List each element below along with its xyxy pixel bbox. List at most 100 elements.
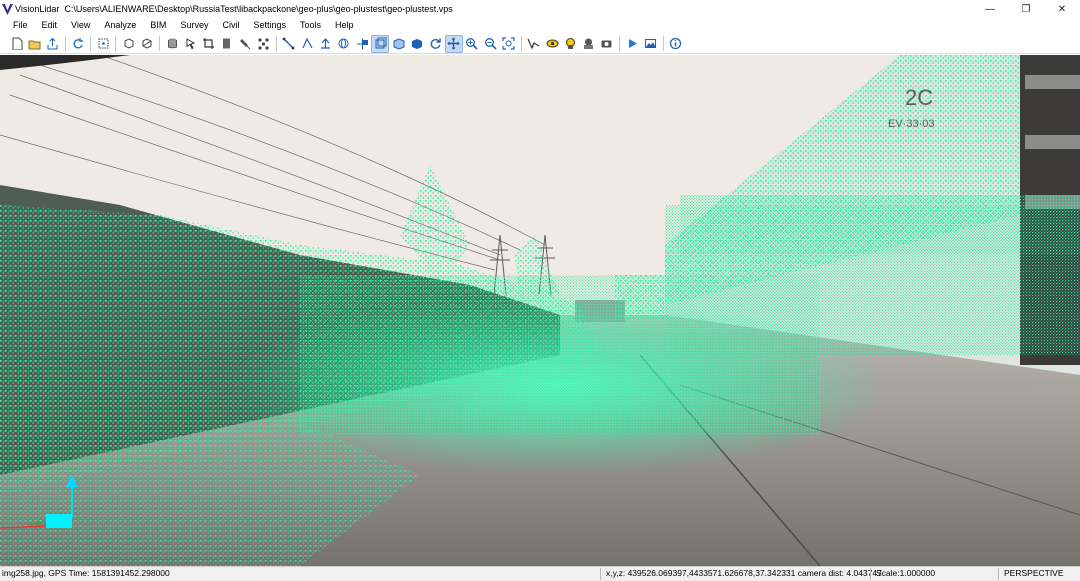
status-coordinates: x,y,z: 439526.069397,4433571.626678,37.3… bbox=[606, 568, 882, 578]
rotate-icon bbox=[430, 38, 441, 49]
view-iso-button[interactable] bbox=[391, 36, 407, 52]
toolbar-separator bbox=[520, 36, 522, 51]
cube-cut-icon bbox=[142, 38, 152, 49]
cluster-icon bbox=[258, 38, 269, 50]
select-points-button[interactable] bbox=[95, 36, 111, 52]
open-folder-button[interactable] bbox=[26, 36, 42, 52]
measure-angle-icon bbox=[302, 37, 313, 49]
new-file-button[interactable] bbox=[8, 36, 24, 52]
crop-button[interactable] bbox=[201, 36, 217, 52]
minimize-button[interactable]: — bbox=[972, 0, 1008, 18]
globe-icon bbox=[338, 38, 349, 49]
status-divider bbox=[870, 568, 871, 580]
menu-survey[interactable]: Survey bbox=[173, 18, 215, 33]
refresh-icon bbox=[73, 38, 84, 49]
file-path: C:\Users\ALIENWARE\Desktop\RussiaTest\li… bbox=[64, 4, 453, 14]
measure-line-button[interactable] bbox=[281, 36, 297, 52]
zoom-out-button[interactable] bbox=[482, 36, 498, 52]
export-button[interactable] bbox=[45, 36, 61, 52]
play-button[interactable] bbox=[624, 36, 640, 52]
point-cloud-viewport[interactable]: 2C EV·33·03 bbox=[0, 55, 1080, 566]
play-icon bbox=[628, 39, 637, 48]
open-folder-icon bbox=[28, 40, 41, 50]
status-projection: PERSPECTIVE bbox=[1004, 568, 1064, 578]
image-view-button[interactable] bbox=[581, 36, 597, 52]
status-image-info: img258.jpg, GPS Time: 1581391452.298000 bbox=[2, 568, 170, 578]
view-lock-icon bbox=[565, 38, 575, 49]
pointer-icon bbox=[186, 38, 196, 50]
app-name: VisionLidar bbox=[15, 4, 60, 14]
view-lock-button[interactable] bbox=[562, 36, 578, 52]
info-icon bbox=[670, 37, 682, 50]
cube-outline-icon bbox=[124, 38, 134, 49]
menu-tools[interactable]: Tools bbox=[293, 18, 328, 33]
image-view-icon bbox=[584, 38, 594, 49]
view-front-icon bbox=[375, 37, 387, 49]
measure-tree-button[interactable] bbox=[317, 36, 333, 52]
menu-bim[interactable]: BIM bbox=[143, 18, 173, 33]
status-scale: Scale:1.000000 bbox=[876, 568, 936, 578]
database-icon bbox=[167, 38, 177, 49]
status-divider bbox=[998, 568, 999, 580]
menu-bar: File Edit View Analyze BIM Survey Civil … bbox=[0, 18, 1080, 33]
menu-settings[interactable]: Settings bbox=[246, 18, 293, 33]
menu-analyze[interactable]: Analyze bbox=[97, 18, 143, 33]
cluster-button[interactable] bbox=[256, 36, 272, 52]
toolbar-separator bbox=[90, 36, 92, 51]
camera-button[interactable] bbox=[599, 36, 615, 52]
menu-edit[interactable]: Edit bbox=[35, 18, 65, 33]
toolbar-separator bbox=[115, 36, 117, 51]
menu-view[interactable]: View bbox=[64, 18, 97, 33]
cube-cut-button[interactable] bbox=[139, 36, 155, 52]
view-front-button[interactable] bbox=[371, 34, 390, 53]
new-file-icon bbox=[12, 37, 22, 50]
status-divider bbox=[600, 568, 601, 580]
select-points-icon bbox=[98, 38, 109, 49]
info-button[interactable] bbox=[668, 36, 684, 52]
globe-button[interactable] bbox=[336, 36, 352, 52]
app-logo-icon bbox=[2, 3, 13, 15]
brush-icon bbox=[239, 39, 251, 50]
toolbar-separator bbox=[662, 36, 664, 51]
cube-outline-button[interactable] bbox=[120, 36, 136, 52]
pan-icon bbox=[447, 37, 460, 50]
rotate-button[interactable] bbox=[427, 36, 443, 52]
pan-button[interactable] bbox=[444, 34, 463, 53]
restore-button[interactable]: ❐ bbox=[1008, 0, 1044, 18]
zoom-out-icon bbox=[484, 38, 497, 50]
brush-button[interactable] bbox=[237, 36, 253, 52]
building-sign-number: 2C bbox=[905, 85, 933, 110]
zoom-in-button[interactable] bbox=[464, 36, 480, 52]
photo-button[interactable] bbox=[643, 36, 659, 52]
right-band-points bbox=[680, 195, 1080, 255]
title-bar: VisionLidar C:\Users\ALIENWARE\Desktop\R… bbox=[0, 0, 1080, 18]
status-bar: img258.jpg, GPS Time: 1581391452.298000 … bbox=[0, 566, 1080, 581]
refresh-button[interactable] bbox=[70, 36, 86, 52]
move-button[interactable] bbox=[354, 36, 370, 52]
eye-icon bbox=[546, 39, 559, 48]
document-button[interactable] bbox=[219, 36, 235, 52]
zoom-fit-button[interactable] bbox=[500, 36, 516, 52]
zoom-fit-icon bbox=[502, 37, 515, 50]
toolbar-separator bbox=[619, 36, 621, 51]
toolbar-separator bbox=[159, 36, 161, 51]
measure-tree-icon bbox=[320, 38, 330, 49]
camera-icon bbox=[601, 40, 612, 48]
toolbar-separator bbox=[275, 36, 277, 51]
building-sign-text: EV·33·03 bbox=[888, 118, 934, 130]
measure-angle-button[interactable] bbox=[299, 36, 315, 52]
view-solid-button[interactable] bbox=[409, 36, 425, 52]
menu-help[interactable]: Help bbox=[328, 18, 361, 33]
photo-icon bbox=[645, 39, 656, 48]
database-button[interactable] bbox=[164, 36, 180, 52]
menu-civil[interactable]: Civil bbox=[215, 18, 246, 33]
camera-path-button[interactable] bbox=[526, 36, 542, 52]
building-window-strip bbox=[1025, 75, 1080, 89]
center-dense-points bbox=[300, 275, 820, 435]
window-controls: — ❐ ✕ bbox=[972, 0, 1080, 18]
pointer-button[interactable] bbox=[182, 36, 198, 52]
eye-button[interactable] bbox=[544, 36, 560, 52]
scene-svg[interactable]: 2C EV·33·03 bbox=[0, 55, 1080, 566]
close-button[interactable]: ✕ bbox=[1044, 0, 1080, 18]
menu-file[interactable]: File bbox=[6, 18, 35, 33]
